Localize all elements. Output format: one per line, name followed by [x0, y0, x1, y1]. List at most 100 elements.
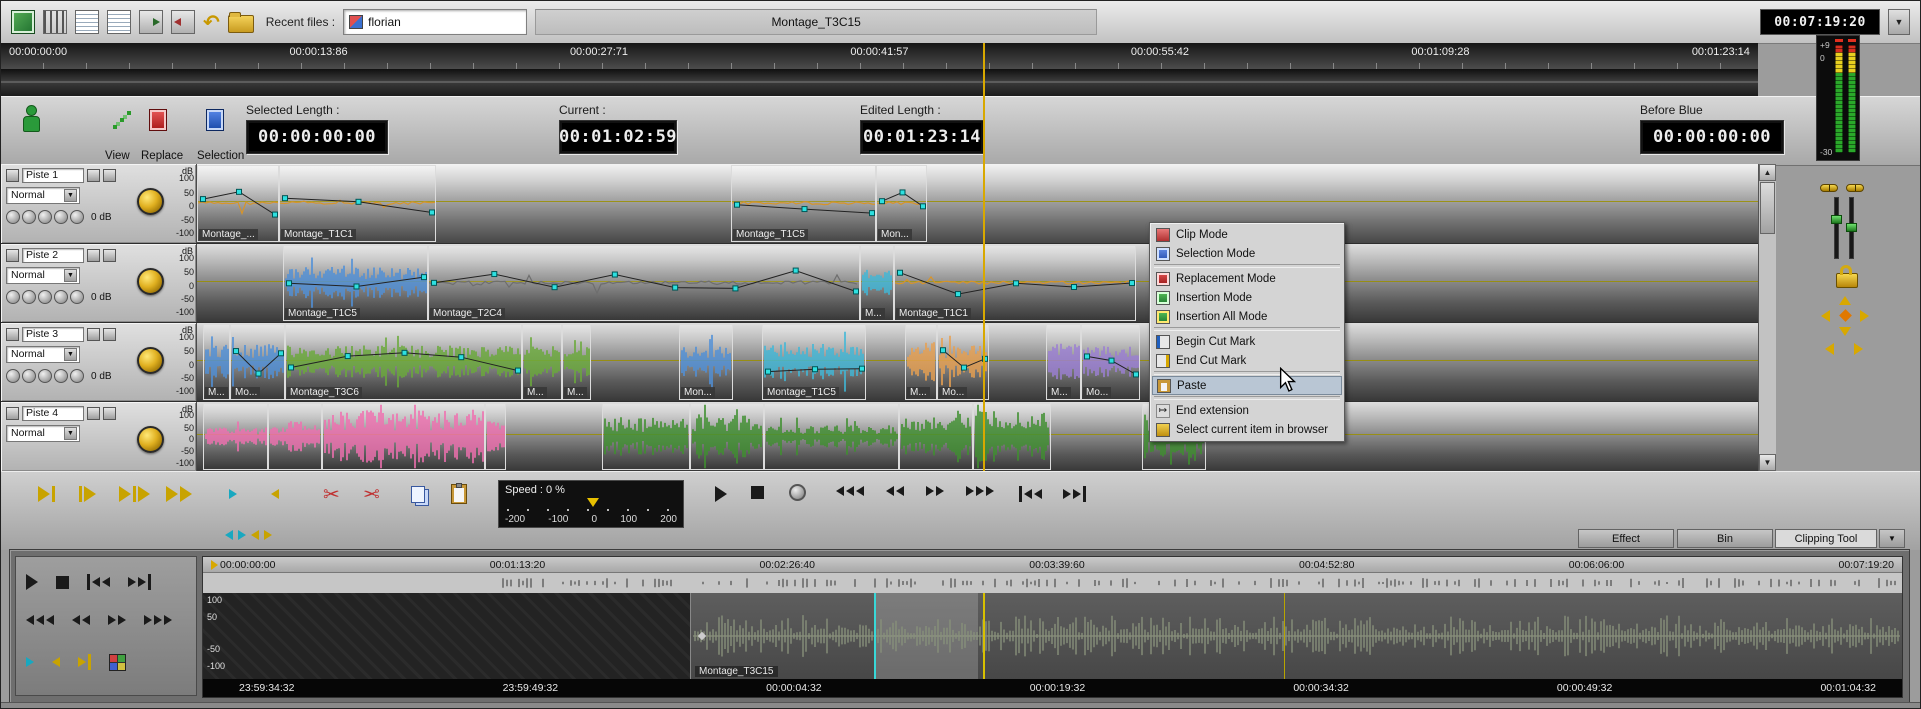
audio-clip[interactable]: Montage_T1C5	[762, 324, 866, 400]
recent-folder-icon[interactable]	[228, 15, 254, 33]
notes-icon[interactable]	[107, 10, 131, 34]
nav-down-icon[interactable]	[1839, 327, 1851, 336]
envelope-point[interactable]	[430, 210, 435, 215]
menu-item-paste[interactable]: Paste	[1152, 376, 1342, 395]
timeline-overview-strip[interactable]	[1, 69, 1758, 97]
nav-left-icon[interactable]	[1821, 310, 1830, 322]
envelope-point[interactable]	[1134, 372, 1139, 377]
envelope-point[interactable]	[766, 369, 771, 374]
track-button[interactable]	[38, 210, 52, 224]
menu-item-end-extension[interactable]: ↦End extension	[1152, 401, 1342, 420]
pan-slider-left[interactable]	[1820, 184, 1838, 192]
audio-clip[interactable]: M...	[522, 324, 562, 400]
ov-rewind-fast-button[interactable]	[26, 615, 54, 625]
tab-bin[interactable]: Bin	[1677, 529, 1773, 548]
play-selection-button[interactable]	[79, 486, 96, 502]
envelope-point[interactable]	[345, 354, 350, 359]
menu-item-replacement-mode[interactable]: Replacement Mode	[1152, 269, 1342, 288]
track-mode-select[interactable]: Normal▼	[6, 267, 80, 284]
record-button[interactable]	[789, 484, 806, 501]
menu-item-end-cut-mark[interactable]: End Cut Mark	[1152, 351, 1342, 370]
envelope-point[interactable]	[1130, 281, 1135, 286]
envelope-point[interactable]	[287, 281, 292, 286]
ov-rewind-button[interactable]	[72, 615, 90, 625]
pan-slider-right[interactable]	[1846, 184, 1864, 192]
audio-clip[interactable]: Montage_T1C1	[279, 165, 436, 242]
audio-clip[interactable]: M...	[860, 245, 894, 321]
play-around-button[interactable]	[119, 486, 150, 502]
envelope-point[interactable]	[356, 199, 361, 204]
goto-next-mark-button[interactable]	[166, 486, 192, 502]
record-arm-button[interactable]	[6, 169, 19, 182]
montage-overview[interactable]: 00:00:00:00 00:01:13:20 00:02:26:40 00:0…	[202, 556, 1903, 698]
envelope-point[interactable]	[402, 350, 407, 355]
envelope-point[interactable]	[921, 204, 926, 209]
scroll-down-icon[interactable]: ▼	[1759, 454, 1776, 471]
menu-item-begin-cut-mark[interactable]: Begin Cut Mark	[1152, 332, 1342, 351]
paste-tool-icon[interactable]	[451, 484, 467, 504]
pan-knob[interactable]	[137, 268, 164, 295]
envelope-point[interactable]	[354, 284, 359, 289]
audio-clip[interactable]: Montage_...	[197, 165, 279, 242]
track-button[interactable]	[22, 210, 36, 224]
view-icon[interactable]	[113, 125, 117, 129]
audio-clip[interactable]: Montage_T2C4	[428, 245, 860, 321]
track-name[interactable]: Piste 4	[22, 406, 84, 421]
track-name[interactable]: Piste 1	[22, 168, 84, 183]
ov-stop-button[interactable]	[56, 576, 69, 589]
track-lane-3[interactable]: M...Mo...Montage_T3C6M...M...Mon...Monta…	[197, 323, 1758, 401]
goto-prev-mark-button[interactable]	[38, 486, 55, 502]
lock-icon[interactable]	[1836, 273, 1858, 288]
overview-start-marker[interactable]	[698, 632, 706, 640]
zoom-out-icon[interactable]	[225, 530, 233, 540]
audio-clip[interactable]: Mo...	[1081, 324, 1140, 400]
audio-clip[interactable]: Mo...	[230, 324, 285, 400]
recent-files-combo[interactable]: florian	[343, 9, 527, 35]
pan-knob[interactable]	[137, 426, 164, 453]
solo-button[interactable]	[87, 169, 100, 182]
audio-clip[interactable]: Montage_T3C6	[285, 324, 522, 400]
mute-button[interactable]	[103, 328, 116, 341]
track-lane-2[interactable]: Montage_T1C5Montage_T2C4M...Montage_T1C1	[197, 244, 1758, 322]
track-name[interactable]: Piste 3	[22, 327, 84, 342]
menu-item-selection-mode[interactable]: Selection Mode	[1152, 244, 1342, 263]
copy-icon[interactable]	[411, 486, 425, 503]
export-icon[interactable]	[139, 10, 163, 34]
solo-button[interactable]	[87, 407, 100, 420]
playhead-cursor[interactable]	[983, 43, 985, 471]
fader-handle[interactable]	[1846, 223, 1857, 232]
track-name[interactable]: Piste 2	[22, 248, 84, 263]
mute-button[interactable]	[103, 407, 116, 420]
speed-panel[interactable]: Speed : 0 % -200-1000100200	[498, 480, 684, 528]
tab-effect[interactable]: Effect	[1578, 529, 1674, 548]
zoom-in-icon[interactable]	[238, 530, 246, 540]
scroll-up-icon[interactable]: ▲	[1759, 164, 1776, 181]
fader-slot[interactable]	[1834, 197, 1839, 259]
track-lane-1[interactable]: Montage_...Montage_T1C1Montage_T1C5Mon..…	[197, 164, 1758, 243]
menu-item-select-in-browser[interactable]: Select current item in browser	[1152, 420, 1342, 439]
speed-marker-icon[interactable]	[587, 498, 599, 507]
track-mode-select[interactable]: Normal▼	[6, 425, 80, 442]
track-button[interactable]	[38, 369, 52, 383]
import-icon[interactable]	[171, 10, 195, 34]
audio-clip[interactable]: Mon...	[876, 165, 927, 242]
envelope-point[interactable]	[612, 272, 617, 277]
envelope-point[interactable]	[813, 367, 818, 372]
envelope-point[interactable]	[1109, 358, 1114, 363]
ov-play-cursor-button[interactable]	[26, 657, 34, 667]
cut-head-icon[interactable]: ✂	[323, 482, 340, 507]
envelope-point[interactable]	[422, 275, 427, 280]
menu-item-insertion-mode[interactable]: Insertion Mode	[1152, 288, 1342, 307]
overview-mini-strip[interactable]	[203, 573, 1902, 594]
ov-goto-end-button[interactable]	[128, 574, 151, 590]
record-arm-button[interactable]	[6, 407, 19, 420]
audio-clip[interactable]: Mo...	[937, 324, 989, 400]
audio-clip[interactable]: M...	[905, 324, 937, 400]
document-title-bar[interactable]: Montage_T3C15	[535, 9, 1097, 35]
stop-button[interactable]	[751, 486, 764, 499]
audio-clip[interactable]: Montage_T1C5	[283, 245, 428, 321]
timecode-dropdown-button[interactable]: ▼	[1888, 9, 1910, 35]
track-mode-select[interactable]: Normal▼	[6, 346, 80, 363]
cut-tail-icon[interactable]: ✂	[363, 482, 380, 507]
envelope-point[interactable]	[492, 272, 497, 277]
